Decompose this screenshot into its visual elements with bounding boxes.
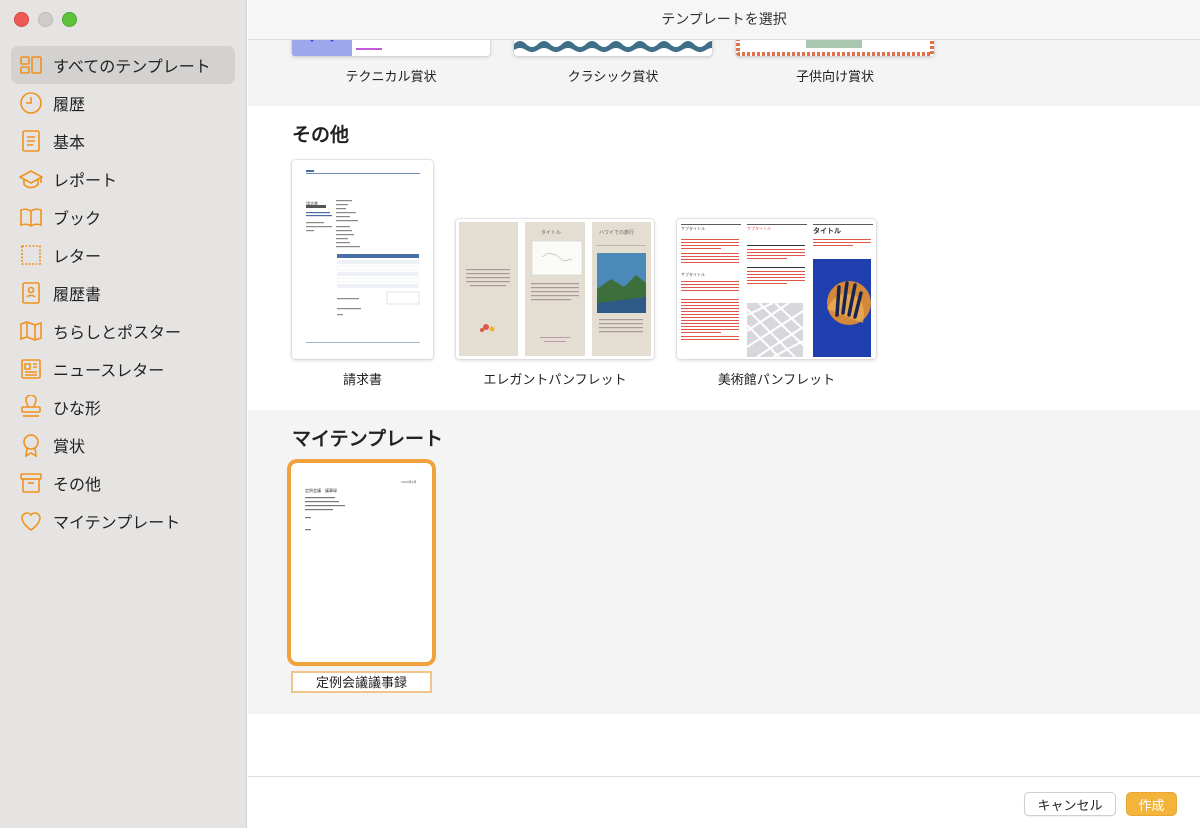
book-icon — [18, 204, 44, 230]
museum-brochure-preview — [681, 224, 873, 358]
heart-icon — [18, 508, 44, 534]
sidebar-item-history[interactable]: 履歴 — [11, 84, 235, 122]
template-thumb-classic-award[interactable] — [514, 40, 712, 56]
museum-title: タイトル — [813, 227, 841, 235]
template-label-invoice: 請求書 — [342, 373, 382, 388]
template-thumb-elegant-brochure[interactable]: タイトル ハワイでの旅行 — [456, 219, 654, 359]
template-thumb-kids-award[interactable] — [736, 40, 934, 56]
sidebar-item-report[interactable]: レポート — [11, 160, 235, 198]
zoom-window-button[interactable] — [62, 12, 77, 27]
sidebar-item-flyers-posters[interactable]: ちらしとポスター — [11, 312, 235, 350]
section-other: その他 請求書 請求書 タイトル ハワイでの旅行 エレガントパンフレット サブタ… — [248, 106, 1200, 410]
kids-award-preview — [736, 40, 934, 56]
sidebar-item-all-templates[interactable]: すべてのテンプレート — [11, 46, 235, 84]
resume-icon — [18, 280, 44, 306]
classic-award-preview — [514, 41, 712, 56]
template-thumb-invoice[interactable]: 請求書 — [292, 160, 433, 359]
close-window-button[interactable] — [14, 12, 29, 27]
newspaper-icon — [18, 356, 44, 382]
map-fold-icon — [18, 318, 44, 344]
archive-box-icon — [18, 470, 44, 496]
window-controls — [14, 12, 77, 27]
minutes-title: 定例会議 議事録 — [305, 488, 337, 493]
create-button[interactable]: 作成 — [1126, 792, 1177, 816]
museum-subtitle-1: サブタイトル — [681, 226, 705, 231]
museum-subtitle-2: サブタイトル — [747, 226, 771, 231]
invoice-preview — [306, 170, 420, 343]
template-label-museum-brochure: 美術館パンフレット — [717, 373, 836, 388]
cancel-button[interactable]: キャンセル — [1024, 792, 1116, 816]
dialog-footer: キャンセル 作成 — [248, 776, 1200, 828]
section-awards: テクニカル賞状 クラシック賞状 子供向け賞状 — [248, 40, 1200, 106]
sidebar-item-my-templates[interactable]: マイテンプレート — [11, 502, 235, 540]
sidebar-item-newsletter[interactable]: ニュースレター — [11, 350, 235, 388]
sidebar-item-stationery[interactable]: ひな形 — [11, 388, 235, 426]
template-label-technical-award: テクニカル賞状 — [345, 70, 437, 85]
elegant-panel3-title: ハワイでの旅行 — [599, 230, 635, 236]
ribbon-award-icon — [18, 432, 44, 458]
template-label-kids-award: 子供向け賞状 — [795, 70, 874, 85]
template-label-classic-award: クラシック賞状 — [567, 70, 659, 85]
template-name-field-meeting-minutes[interactable]: 定例会議議事録 — [291, 671, 432, 693]
document-icon — [18, 128, 44, 154]
rubber-stamp-icon — [18, 394, 44, 420]
template-gallery[interactable]: テクニカル賞状 クラシック賞状 子供向け賞状 その他 請求書 請求書 タイトル … — [248, 40, 1200, 776]
clock-icon — [18, 90, 44, 116]
invoice-heading: 請求書 — [306, 201, 318, 206]
stamp-icon — [18, 242, 44, 268]
elegant-brochure-preview — [459, 222, 651, 356]
template-chooser: テンプレートを選択 テクニカル賞状 クラシック賞状 子供向け賞状 その他 請求書… — [248, 0, 1200, 828]
elegant-panel2-title: タイトル — [541, 230, 562, 236]
section-my-templates: マイテンプレート 2024年4月 定例会議 議事録 定例会議議事録 — [248, 410, 1200, 714]
minimize-window-button[interactable] — [38, 12, 53, 27]
template-label-elegant-brochure: エレガントパンフレット — [483, 373, 627, 388]
sidebar-item-certificate[interactable]: 賞状 — [11, 426, 235, 464]
graduation-cap-icon — [18, 166, 44, 192]
grid-layout-icon — [18, 52, 44, 78]
sidebar-item-basic[interactable]: 基本 — [11, 122, 235, 160]
sidebar-item-resume[interactable]: 履歴書 — [11, 274, 235, 312]
section-title-my-templates: マイテンプレート — [292, 428, 444, 450]
template-thumb-technical-award[interactable] — [292, 40, 490, 56]
template-thumb-museum-brochure[interactable]: サブタイトル サブタイトル サブタイトル タイトル — [677, 219, 876, 359]
window-title: テンプレートを選択 — [248, 0, 1200, 40]
template-thumb-meeting-minutes[interactable]: 2024年4月 定例会議 議事録 — [291, 463, 432, 662]
section-title-other: その他 — [292, 124, 350, 146]
sidebar-item-other[interactable]: その他 — [11, 464, 235, 502]
technical-award-preview — [292, 40, 382, 56]
sidebar: すべてのテンプレート 履歴 基本 レポート ブック レター 履歴書 ちらしとポス… — [0, 0, 247, 828]
museum-subtitle-3: サブタイトル — [681, 272, 705, 277]
sidebar-item-letter[interactable]: レター — [11, 236, 235, 274]
minutes-date: 2024年4月 — [401, 480, 417, 484]
sidebar-item-book[interactable]: ブック — [11, 198, 235, 236]
category-list: すべてのテンプレート 履歴 基本 レポート ブック レター 履歴書 ちらしとポス… — [11, 46, 235, 540]
